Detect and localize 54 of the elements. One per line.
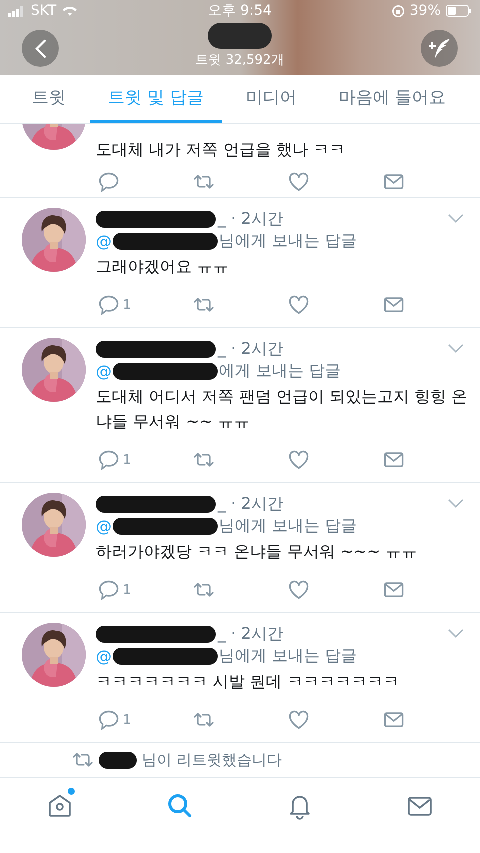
chevron-down-icon[interactable] <box>448 629 464 639</box>
reply-count: 1 <box>123 712 132 728</box>
reply-context: 님에게 보내는 답글 <box>219 646 358 666</box>
profile-tab[interactable]: 트윗 <box>14 75 84 123</box>
compose-tweet-button[interactable] <box>421 30 458 67</box>
retweet-notice: 님이 리트윗했습니다 <box>142 750 282 770</box>
redaction-mark <box>208 22 272 48</box>
mention-link[interactable]: @ <box>96 362 112 380</box>
signal-icon <box>8 6 26 16</box>
reply-count: 1 <box>123 298 132 312</box>
mention-link[interactable]: @ <box>96 232 112 250</box>
battery-percent: 39% <box>410 3 442 19</box>
tweet-time: _ · 2시간 <box>218 494 284 514</box>
profile-tab[interactable]: 트윗 및 답글 <box>90 75 222 123</box>
profile-tab[interactable]: 미디어 <box>228 75 315 123</box>
tweet-count: 트윗 32,592개 <box>196 52 284 68</box>
tweet-time: _ · 2시간 <box>218 338 284 360</box>
reply-icon[interactable] <box>98 579 120 601</box>
tweet-text: 그래야겠어요 ㅠㅠ <box>96 256 230 278</box>
tweet-text: ㅋㅋㅋㅋㅋㅋㅋ 시발 뭔데 ㅋㅋㅋㅋㅋㅋㅋ <box>96 671 400 693</box>
rotation-lock-icon <box>392 4 405 18</box>
carrier-label: SKT <box>31 3 57 19</box>
heart-icon[interactable] <box>288 449 310 471</box>
reply-context: 에게 보내는 답글 <box>219 360 342 382</box>
reply-icon[interactable] <box>98 170 120 192</box>
chevron-left-icon <box>34 38 48 58</box>
chevron-down-icon[interactable] <box>448 214 464 224</box>
profile-tab[interactable]: 마음에 들어요 <box>320 75 464 123</box>
wifi-icon <box>62 5 78 17</box>
redaction-mark <box>99 752 137 768</box>
tweet-text: 도대체 어디서 저쪽 팬덤 언급이 되있는고지 힝힝 온냐들 무서워 ~~ ㅠㅠ <box>96 386 469 433</box>
mention-link[interactable]: @ <box>96 646 112 666</box>
chevron-down-icon[interactable] <box>448 344 464 354</box>
battery-icon <box>446 5 472 17</box>
reply-count: 1 <box>123 452 132 468</box>
reply-context: 님에게 보내는 답글 <box>219 230 358 252</box>
heart-icon[interactable] <box>288 294 310 316</box>
reply-count: 1 <box>123 582 132 598</box>
clock-time: 오후 9:54 <box>207 2 273 20</box>
back-button[interactable] <box>22 30 59 67</box>
tweet-time: _ · 2시간 <box>218 624 284 644</box>
reply-icon[interactable] <box>98 294 120 316</box>
chevron-down-icon[interactable] <box>448 499 464 509</box>
heart-icon[interactable] <box>288 709 310 731</box>
tweet-time: _ · 2시간 <box>218 208 284 230</box>
reply-icon[interactable] <box>98 449 120 471</box>
tweet-text: 도대체 내가 저쪽 언급을 했나 ㅋㅋ <box>96 139 346 161</box>
heart-icon[interactable] <box>288 579 310 601</box>
feather-plus-icon <box>428 36 452 60</box>
reply-icon[interactable] <box>98 709 120 731</box>
tweet-text: 하러가야겠당 ㅋㅋ 온냐들 무서워 ~~~ ㅠㅠ <box>96 541 419 563</box>
reply-context: 님에게 보내는 답글 <box>219 516 358 536</box>
mention-link[interactable]: @ <box>96 516 112 536</box>
heart-icon[interactable] <box>288 170 310 192</box>
